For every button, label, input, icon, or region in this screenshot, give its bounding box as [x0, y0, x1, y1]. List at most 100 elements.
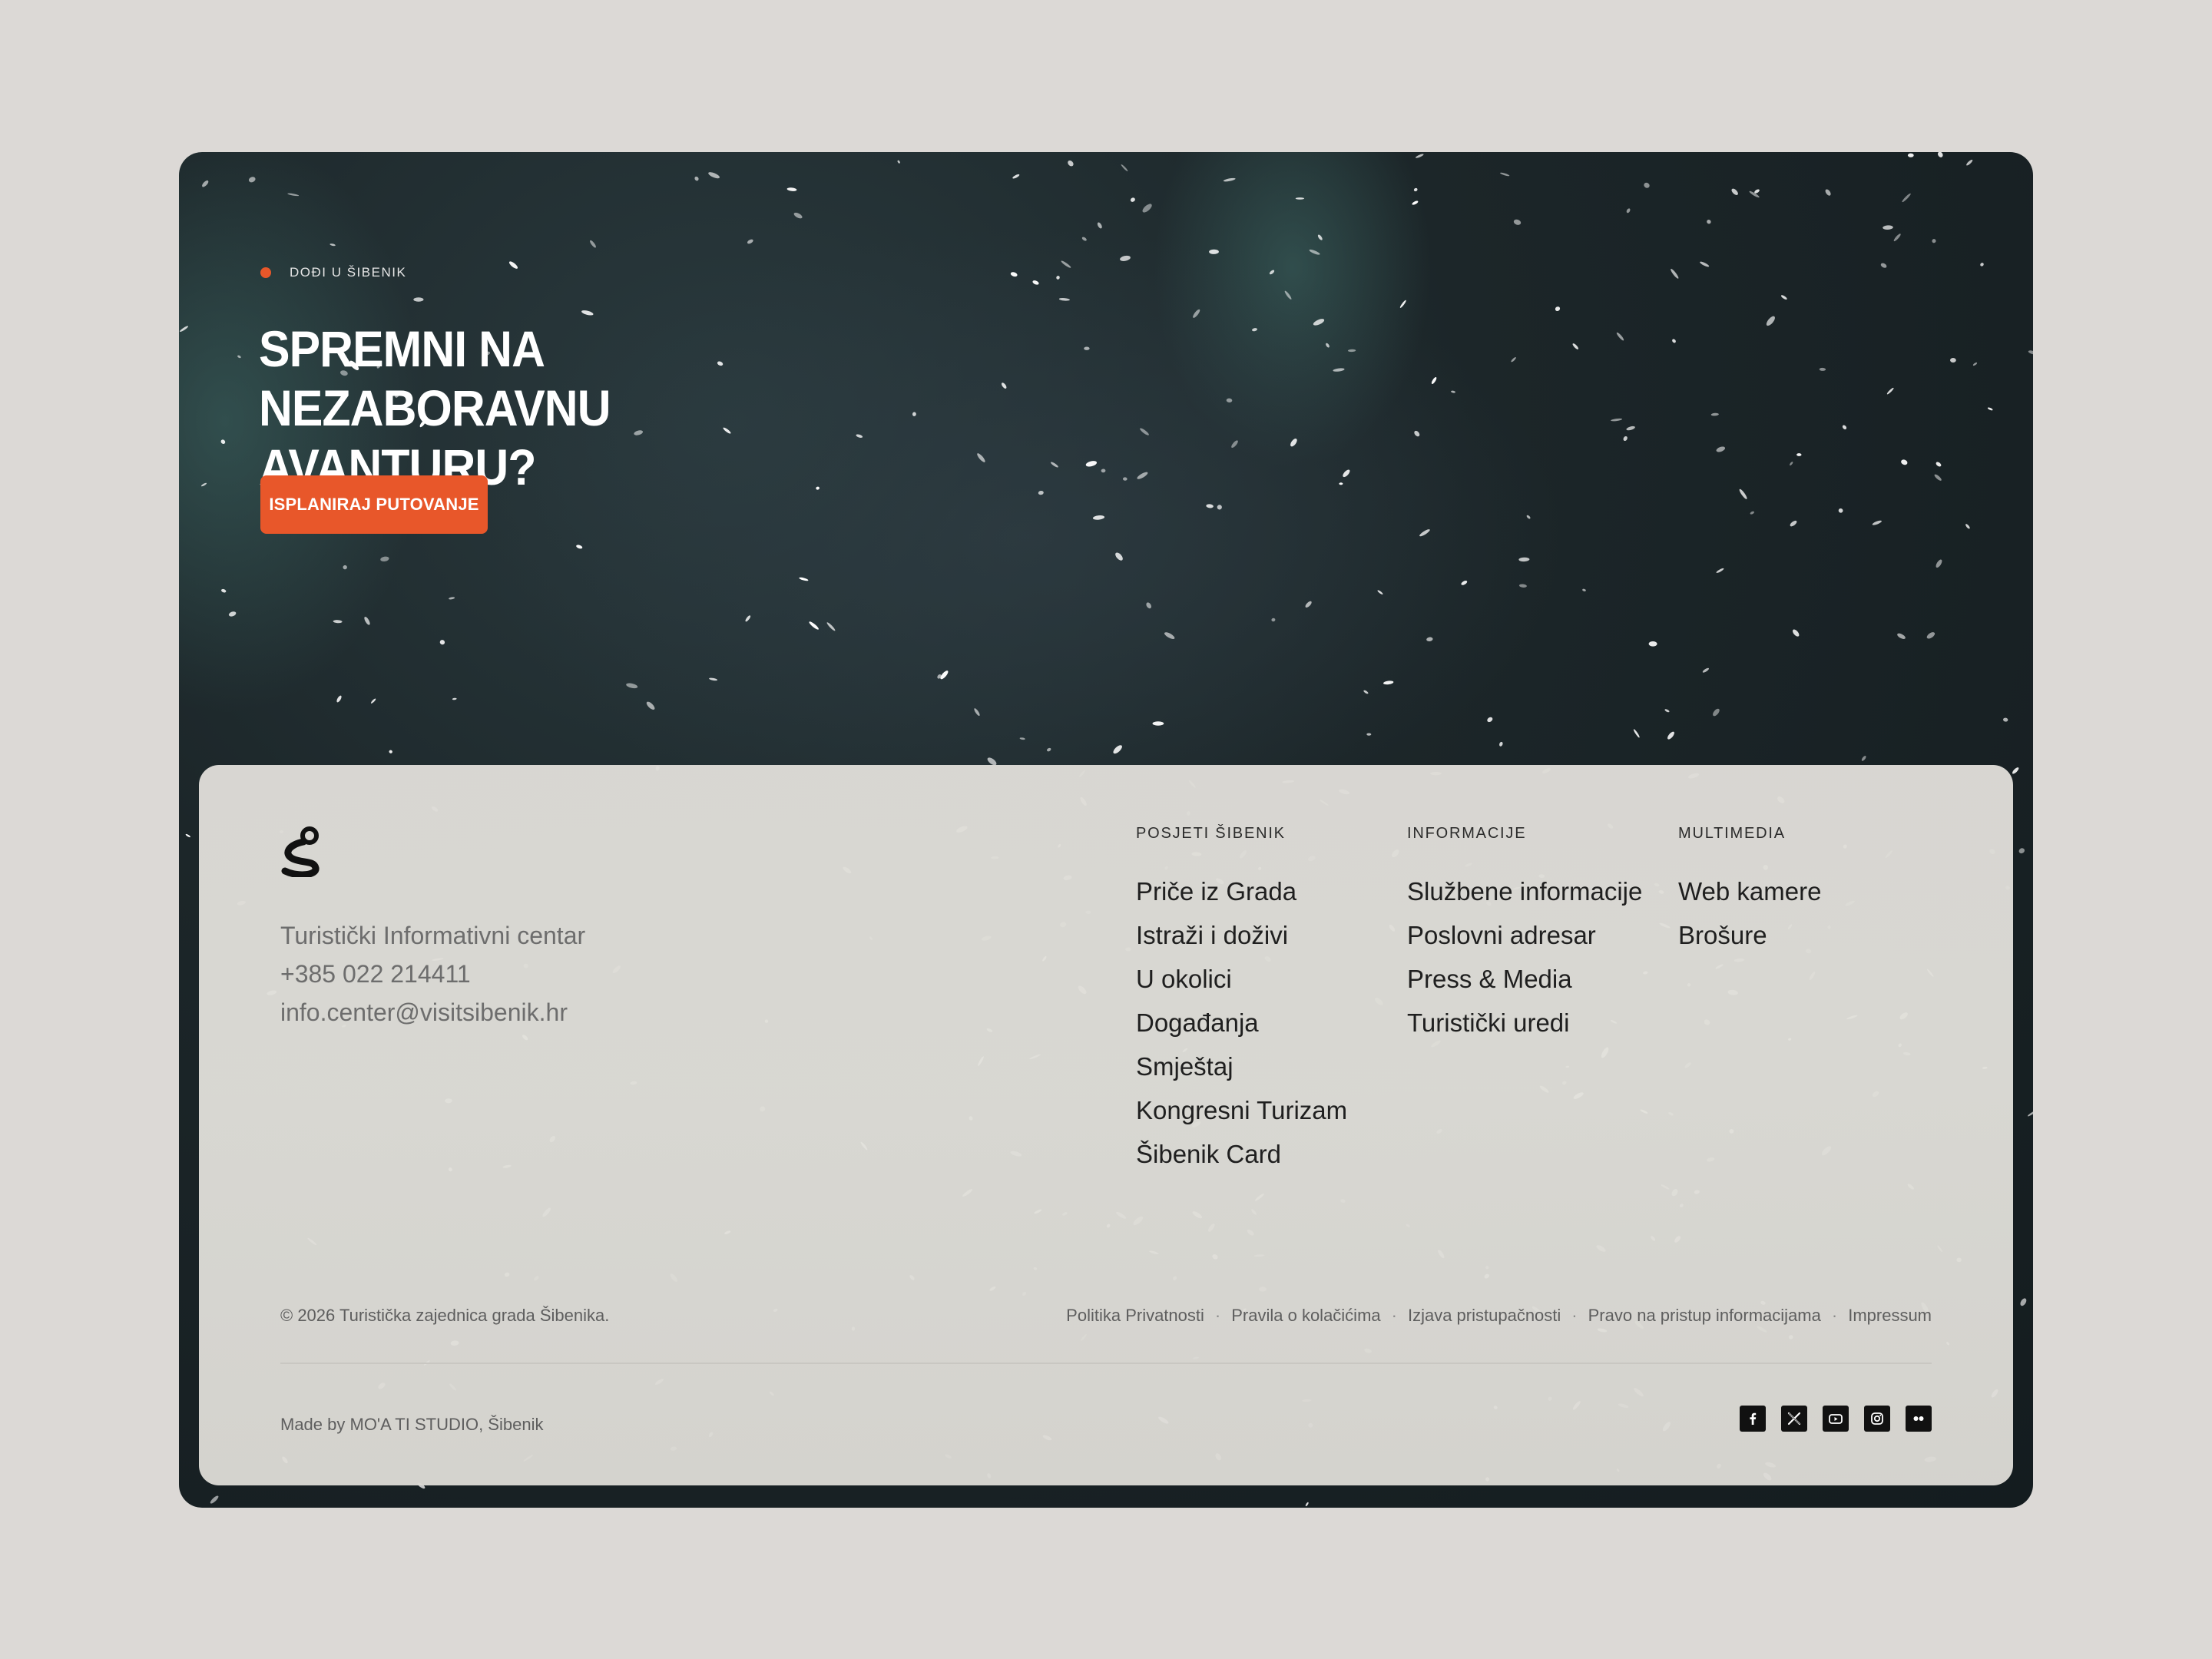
- sparkle-fleck: [1667, 731, 1674, 740]
- footer-link[interactable]: Službene informacije: [1407, 869, 1642, 913]
- instagram-icon[interactable]: [1864, 1406, 1890, 1432]
- sparkle-fleck: [1672, 339, 1676, 343]
- footer-link[interactable]: Press & Media: [1407, 957, 1642, 1001]
- sparkle-fleck: [1739, 488, 1747, 499]
- sparkle-fleck: [1842, 425, 1847, 430]
- sparkle-fleck: [389, 750, 392, 753]
- sparkle-fleck: [1938, 152, 1943, 157]
- sparkle-fleck: [1716, 568, 1724, 573]
- sparkle-fleck: [336, 695, 342, 703]
- sparkle-fleck: [1121, 164, 1128, 172]
- sparkle-fleck: [2012, 767, 2019, 774]
- sparkle-fleck: [1790, 520, 1797, 527]
- footer-link[interactable]: Istraži i doživi: [1136, 913, 1347, 957]
- separator-dot: ·: [1831, 1306, 1838, 1325]
- hero-eyebrow: DOĐI U ŠIBENIK: [260, 265, 406, 280]
- sibenik-logo-icon[interactable]: [280, 826, 323, 877]
- sparkle-fleck: [1883, 225, 1893, 230]
- sparkle-fleck: [1487, 717, 1493, 723]
- sparkle-fleck: [793, 212, 803, 219]
- footer-link[interactable]: Turistički uredi: [1407, 1001, 1642, 1045]
- hero-section: DOĐI U ŠIBENIK SPREMNI NA NEZABORAVNU AV…: [179, 152, 2033, 1508]
- footer-divider: [280, 1363, 1932, 1364]
- separator-dot: ·: [1571, 1306, 1578, 1325]
- sparkle-fleck: [1872, 520, 1882, 525]
- information-access-link[interactable]: Pravo na pristup informacijama: [1588, 1306, 1821, 1326]
- sparkle-fleck: [1934, 474, 1942, 481]
- legal-links: Politika Privatnosti · Pravila o kolačić…: [1066, 1306, 1932, 1326]
- footer-link[interactable]: U okolici: [1136, 957, 1347, 1001]
- sparkle-fleck: [1750, 511, 1754, 515]
- sparkle-fleck: [1671, 269, 1679, 279]
- sparkle-fleck: [1966, 159, 1973, 166]
- sparkle-fleck: [1626, 426, 1635, 431]
- sparkle-fleck: [1611, 418, 1623, 422]
- column-heading: POSJETI ŠIBENIK: [1136, 825, 1286, 842]
- x-icon[interactable]: [1781, 1406, 1807, 1432]
- sparkle-fleck: [1616, 332, 1624, 341]
- sparkle-fleck: [1633, 729, 1640, 738]
- impressum-link[interactable]: Impressum: [1848, 1306, 1932, 1326]
- footer-column-informacije: INFORMACIJE Službene informacije Poslovn…: [1407, 825, 1642, 1045]
- privacy-policy-link[interactable]: Politika Privatnosti: [1066, 1306, 1204, 1326]
- footer-link[interactable]: Brošure: [1678, 913, 1821, 957]
- sparkle-fleck: [1796, 453, 1802, 456]
- sparkle-fleck: [413, 297, 424, 302]
- sparkle-fleck: [581, 310, 594, 316]
- sparkle-fleck: [708, 172, 720, 179]
- sparkle-fleck: [1932, 239, 1936, 243]
- footer-link[interactable]: Smještaj: [1136, 1045, 1347, 1088]
- sparkle-fleck: [1572, 343, 1579, 349]
- contact-name: Turistički Informativni centar: [280, 922, 586, 949]
- plan-trip-button[interactable]: ISPLANIRAJ PUTOVANJE: [260, 475, 488, 534]
- sparkle-fleck: [1825, 189, 1831, 196]
- sparkle-fleck: [1664, 709, 1670, 713]
- footer-column-posjeti: POSJETI ŠIBENIK Priče iz Grada Istraži i…: [1136, 825, 1347, 1176]
- sparkle-fleck: [1500, 172, 1510, 177]
- sparkle-fleck: [2018, 848, 2025, 854]
- footer-link[interactable]: Šibenik Card: [1136, 1132, 1347, 1176]
- sparkle-fleck: [1950, 358, 1956, 363]
- sparkle-fleck: [1582, 588, 1586, 591]
- sparkle-fleck: [1902, 193, 1911, 203]
- social-links: [1740, 1406, 1932, 1432]
- sparkle-fleck: [1555, 306, 1561, 312]
- flickr-icon[interactable]: [1906, 1406, 1932, 1432]
- sparkle-fleck: [1907, 153, 1914, 157]
- separator-dot: ·: [1391, 1306, 1397, 1325]
- sparkle-fleck: [210, 1495, 219, 1504]
- sparkle-fleck: [747, 239, 753, 244]
- copyright-text: © 2026 Turistička zajednica grada Šibeni…: [280, 1306, 610, 1325]
- sparkle-fleck: [2003, 717, 2008, 722]
- footer-link[interactable]: Događanja: [1136, 1001, 1347, 1045]
- footer-link[interactable]: Poslovni adresar: [1407, 913, 1642, 957]
- sparkle-fleck: [2020, 1298, 2027, 1306]
- accessibility-statement-link[interactable]: Izjava pristupačnosti: [1408, 1306, 1561, 1326]
- footer: Turistički Informativni centar +385 022 …: [199, 765, 2013, 1485]
- sparkle-fleck: [1623, 435, 1628, 442]
- sparkle-fleck: [1716, 446, 1726, 452]
- separator-dot: ·: [1214, 1306, 1221, 1325]
- sparkle-fleck: [1936, 462, 1942, 467]
- facebook-icon[interactable]: [1740, 1406, 1766, 1432]
- sparkle-fleck: [1790, 462, 1793, 466]
- made-by-credit[interactable]: Made by MO'A TI STUDIO, Šibenik: [280, 1415, 543, 1435]
- sparkle-fleck: [1926, 632, 1936, 639]
- footer-link[interactable]: Priče iz Grada: [1136, 869, 1347, 913]
- youtube-icon[interactable]: [1823, 1406, 1849, 1432]
- sparkle-fleck: [1897, 633, 1906, 640]
- footer-link[interactable]: Web kamere: [1678, 869, 1821, 913]
- contact-email[interactable]: info.center@visitsibenik.hr: [280, 993, 585, 1031]
- legal-bar: © 2026 Turistička zajednica grada Šibeni…: [280, 1306, 1932, 1326]
- cookie-rules-link[interactable]: Pravila o kolačićima: [1231, 1306, 1380, 1326]
- sparkle-fleck: [370, 698, 376, 704]
- sparkle-fleck: [1901, 459, 1908, 465]
- sparkle-fleck: [2027, 1111, 2033, 1117]
- sparkle-fleck: [590, 240, 596, 248]
- contact-phone[interactable]: +385 022 214411: [280, 955, 585, 993]
- footer-link[interactable]: Kongresni Turizam: [1136, 1088, 1347, 1132]
- sparkle-fleck: [1305, 1502, 1309, 1507]
- eyebrow-dot-icon: [260, 267, 271, 278]
- sparkle-fleck: [1792, 629, 1800, 637]
- sparkle-fleck: [185, 833, 190, 838]
